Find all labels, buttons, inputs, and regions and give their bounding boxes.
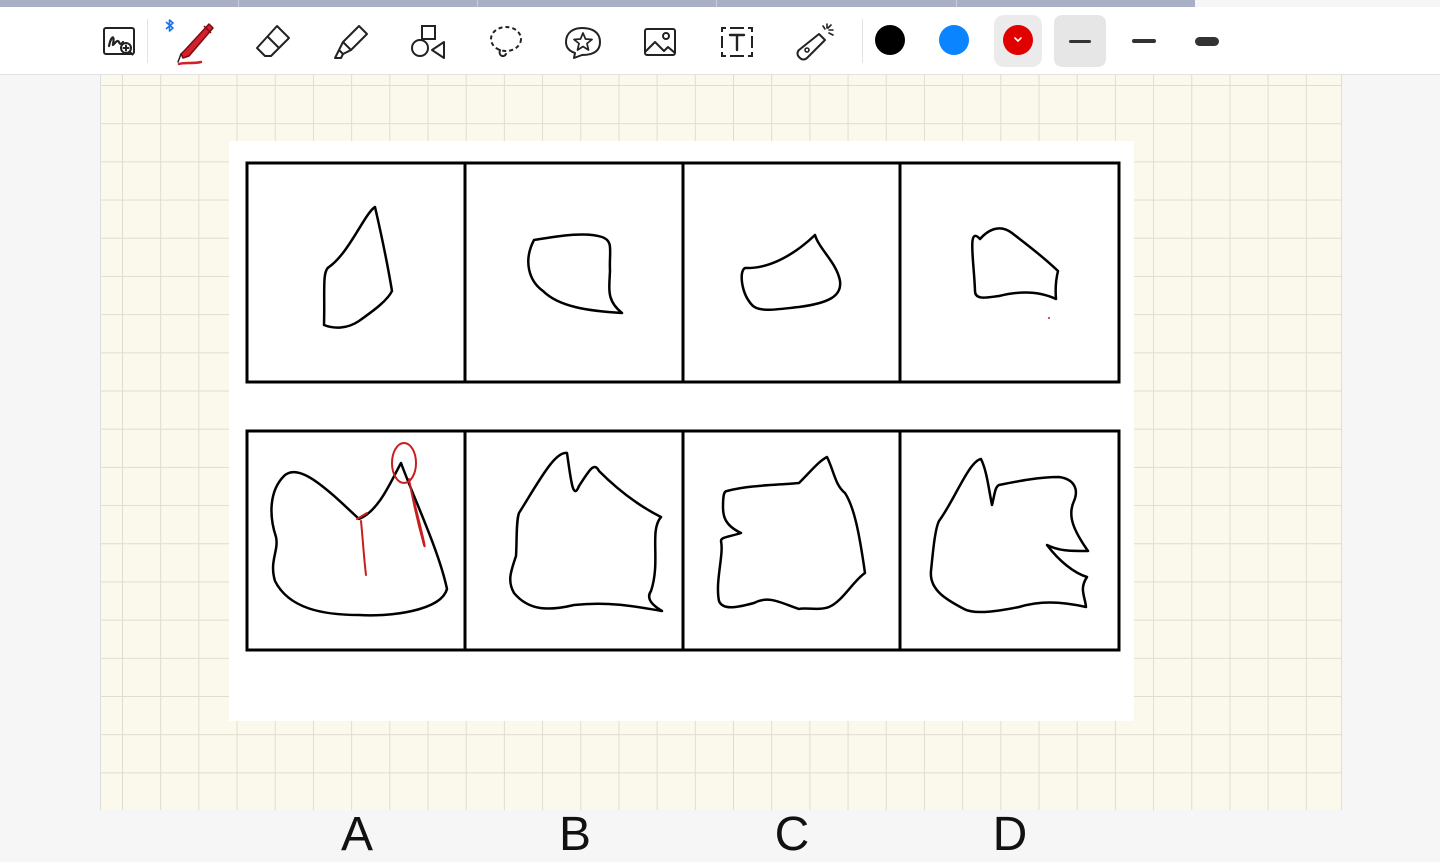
puzzle-image: A B C D xyxy=(229,141,1134,861)
color-swatch-black[interactable] xyxy=(875,25,905,55)
option-a-shape xyxy=(270,461,449,617)
toolbar-divider xyxy=(147,19,148,63)
eraser-icon xyxy=(256,25,290,57)
eraser-tool-button[interactable] xyxy=(249,16,297,68)
sticker-tool-button[interactable] xyxy=(558,16,606,68)
text-tool-button[interactable] xyxy=(713,16,761,68)
laser-pointer-icon xyxy=(796,23,834,61)
chevron-down-icon xyxy=(1014,37,1022,43)
option-b-shape xyxy=(508,451,664,613)
pen-icon xyxy=(177,23,214,66)
shapes-tool-button[interactable] xyxy=(404,16,452,68)
tab-divider xyxy=(956,0,957,7)
question-shape-2 xyxy=(527,233,624,315)
zoom-handwriting-tool-button[interactable] xyxy=(95,16,143,68)
lasso-tool-button[interactable] xyxy=(482,16,530,68)
tab-divider xyxy=(477,0,478,7)
stroke-width-thick[interactable] xyxy=(1181,15,1233,67)
sticker-star-icon xyxy=(565,27,601,59)
pen-tool-button[interactable] xyxy=(171,16,219,68)
puzzle-figure xyxy=(245,161,1121,652)
option-label-c: C xyxy=(774,808,810,861)
handwriting-zoom-icon xyxy=(103,27,135,56)
stroke-width-thin[interactable] xyxy=(1054,15,1106,67)
tab-divider xyxy=(238,0,239,7)
text-box-icon xyxy=(721,27,753,57)
toolbar-divider xyxy=(862,19,863,63)
image-tool-button[interactable] xyxy=(636,16,684,68)
shapes-icon xyxy=(411,25,445,59)
question-shape-1 xyxy=(322,205,394,329)
option-label-a: A xyxy=(340,808,373,861)
annotation-stroke xyxy=(360,520,367,576)
annotation-dot xyxy=(1048,317,1050,319)
lasso-icon xyxy=(490,26,522,58)
tab-divider xyxy=(716,0,717,7)
option-label-d: D xyxy=(992,808,1028,861)
tab-strip xyxy=(0,0,1195,7)
highlighter-tool-button[interactable] xyxy=(327,16,375,68)
drawing-toolbar xyxy=(0,7,1440,75)
annotation-circle xyxy=(391,442,417,484)
color-swatch-red[interactable] xyxy=(1003,25,1033,55)
laser-pointer-tool-button[interactable] xyxy=(791,16,839,68)
color-swatch-blue[interactable] xyxy=(939,25,969,55)
option-c-shape xyxy=(716,455,867,611)
question-shape-4 xyxy=(971,227,1060,301)
option-d-shape xyxy=(929,457,1090,614)
annotation-stroke xyxy=(408,478,426,548)
option-label-b: B xyxy=(558,808,591,861)
image-icon xyxy=(644,28,676,56)
highlighter-icon xyxy=(334,25,368,59)
stroke-width-medium[interactable] xyxy=(1118,15,1170,67)
question-shape-3 xyxy=(740,233,842,311)
